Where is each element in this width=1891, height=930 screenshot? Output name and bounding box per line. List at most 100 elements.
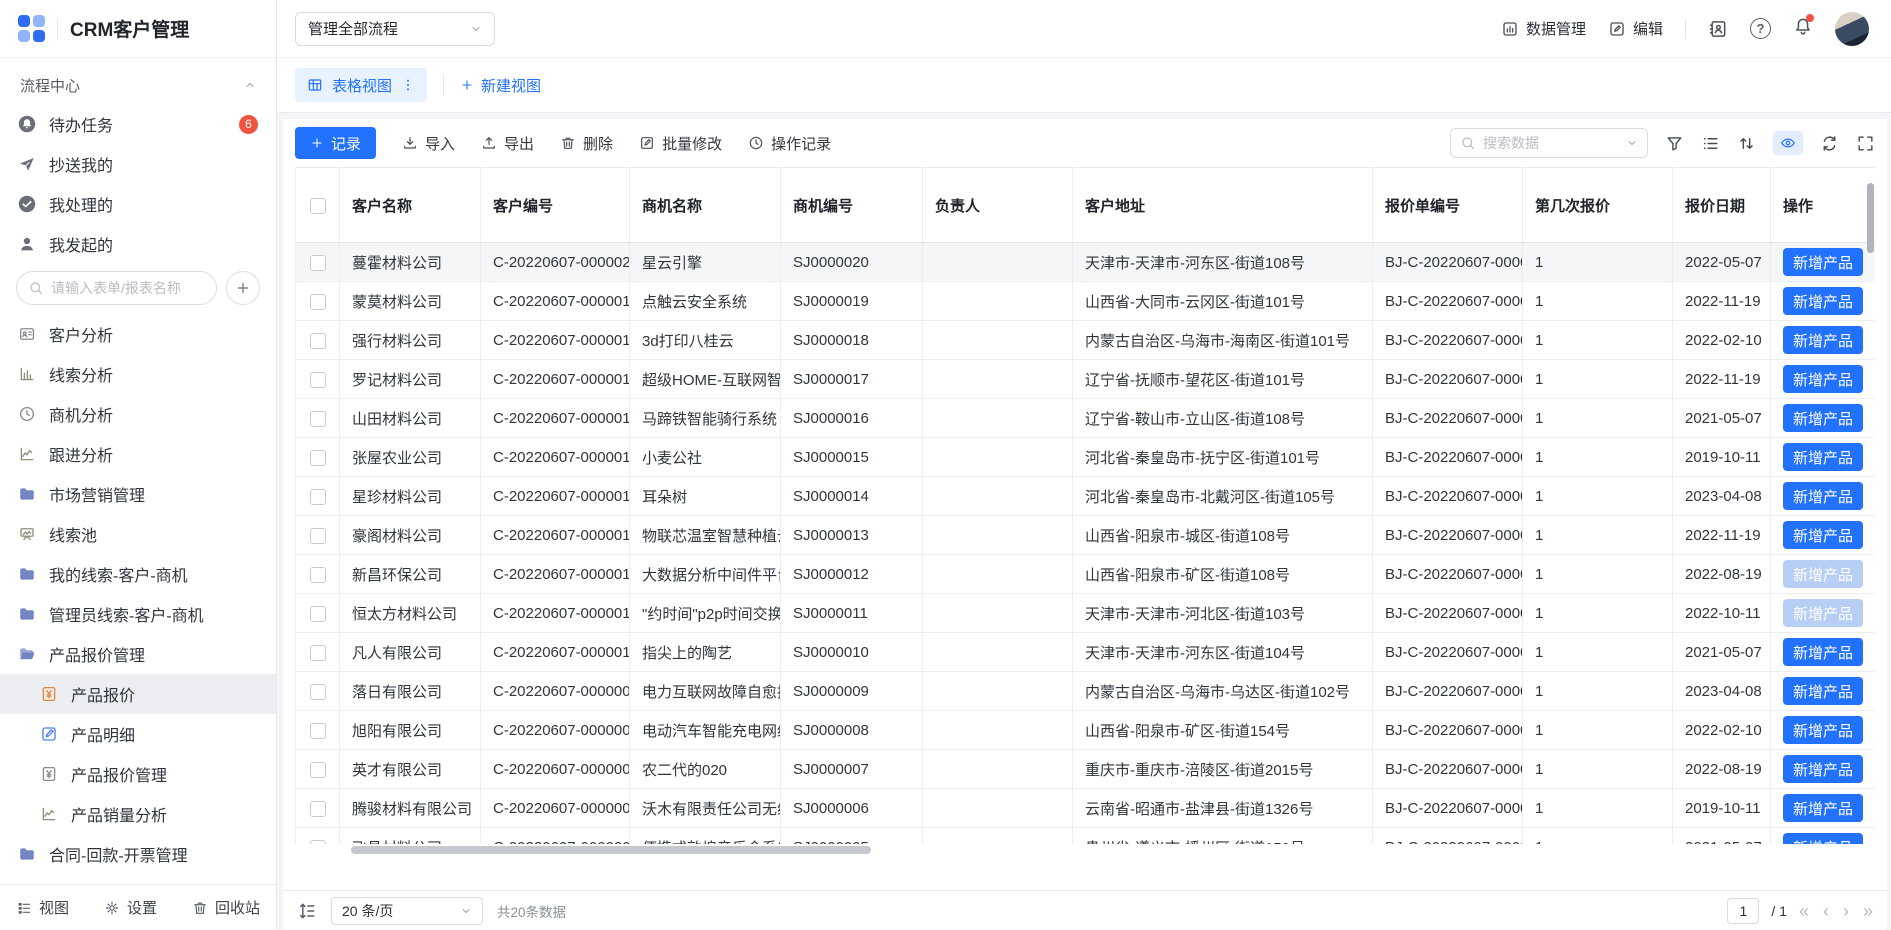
row-checkbox[interactable] (310, 645, 326, 661)
cell-quote_no: BJ-C-20220607-000001 (1373, 438, 1523, 477)
sidebar-item-7[interactable]: 管理员线索-客户-商机 (0, 594, 276, 634)
cell-quote_seq: 1 (1523, 828, 1673, 845)
add-product-button[interactable]: 新增产品 (1783, 326, 1863, 354)
page-number-input[interactable]: 1 (1727, 898, 1759, 924)
sidebar-item-label: 合同-回款-开票管理 (49, 842, 188, 866)
list-settings-icon[interactable] (1701, 134, 1720, 153)
filter-icon[interactable] (1665, 134, 1684, 153)
tab-table-view[interactable]: 表格视图 (295, 68, 427, 102)
sidebar-item-workflow-2[interactable]: 我处理的 (0, 184, 276, 224)
address-book-icon[interactable] (1708, 19, 1728, 39)
row-checkbox[interactable] (310, 372, 326, 388)
new-view-button[interactable]: 新建视图 (460, 75, 541, 96)
form-search-input[interactable]: 请输入表单/报表名称 (16, 271, 217, 305)
export-button[interactable]: 导出 (481, 133, 534, 154)
sidebar-item-11[interactable]: 产品报价管理 (0, 754, 276, 794)
batch-edit-button[interactable]: 批量修改 (639, 133, 722, 154)
sidebar-footer-2[interactable]: 回收站 (192, 897, 260, 918)
add-product-button[interactable]: 新增产品 (1783, 755, 1863, 783)
row-height-icon[interactable] (297, 901, 317, 921)
row-checkbox[interactable] (310, 528, 326, 544)
user-avatar[interactable] (1835, 12, 1869, 46)
horizontal-scrollbar[interactable] (351, 846, 871, 854)
refresh-icon[interactable] (1820, 134, 1839, 153)
add-product-button[interactable]: 新增产品 (1783, 716, 1863, 744)
sidebar-item-workflow-3[interactable]: 我发起的 (0, 224, 276, 264)
add-product-button[interactable]: 新增产品 (1783, 677, 1863, 705)
cell-address: 辽宁省-抚顺市-望花区-街道101号 (1073, 360, 1373, 399)
flow-select-dropdown[interactable]: 管理全部流程 (295, 12, 495, 46)
add-product-button[interactable]: 新增产品 (1783, 638, 1863, 666)
add-form-button[interactable] (226, 271, 260, 305)
sidebar-item-12[interactable]: 产品销量分析 (0, 794, 276, 834)
sidebar-footer-1[interactable]: 设置 (104, 897, 157, 918)
fullscreen-icon[interactable] (1856, 134, 1875, 153)
import-button[interactable]: 导入 (402, 133, 455, 154)
prev-page-button[interactable]: ‹ (1823, 902, 1829, 920)
sidebar-item-label: 待办任务 (49, 112, 113, 136)
plus-icon (235, 280, 251, 296)
toolbar-right: 搜索数据 (1450, 128, 1875, 158)
sidebar-item-2[interactable]: 商机分析 (0, 394, 276, 434)
first-page-button[interactable]: « (1799, 902, 1809, 920)
add-product-button[interactable]: 新增产品 (1783, 560, 1863, 588)
sidebar-item-4[interactable]: 市场营销管理 (0, 474, 276, 514)
cell-action: 新增产品 (1771, 672, 1876, 711)
page-size-select[interactable]: 20 条/页 (331, 897, 483, 925)
row-checkbox[interactable] (310, 723, 326, 739)
add-record-button[interactable]: 记录 (295, 127, 376, 159)
sidebar-item-0[interactable]: 客户分析 (0, 314, 276, 354)
add-product-button[interactable]: 新增产品 (1783, 833, 1863, 844)
row-checkbox[interactable] (310, 411, 326, 427)
help-icon[interactable]: ? (1750, 18, 1771, 39)
sidebar-item-1[interactable]: 线索分析 (0, 354, 276, 394)
sidebar-item-10[interactable]: 产品明细 (0, 714, 276, 754)
row-checkbox[interactable] (310, 801, 326, 817)
row-checkbox[interactable] (310, 450, 326, 466)
add-product-button[interactable]: 新增产品 (1783, 482, 1863, 510)
add-product-button[interactable]: 新增产品 (1783, 365, 1863, 393)
add-product-button[interactable]: 新增产品 (1783, 599, 1863, 627)
more-dots-icon[interactable] (401, 78, 415, 92)
operation-log-button[interactable]: 操作记录 (748, 133, 831, 154)
row-checkbox[interactable] (310, 333, 326, 349)
sidebar-section-flow-center[interactable]: 流程中心 (0, 66, 276, 104)
sidebar-item-13[interactable]: 合同-回款-开票管理 (0, 834, 276, 874)
table-search-input[interactable]: 搜索数据 (1450, 128, 1648, 158)
add-product-button[interactable]: 新增产品 (1783, 248, 1863, 276)
row-checkbox[interactable] (310, 255, 326, 271)
cell-opp_no: SJ0000016 (781, 399, 923, 438)
last-page-button[interactable]: » (1863, 902, 1873, 920)
row-checkbox[interactable] (310, 489, 326, 505)
sidebar-item-6[interactable]: 我的线索-客户-商机 (0, 554, 276, 594)
row-checkbox[interactable] (310, 567, 326, 583)
row-checkbox[interactable] (310, 684, 326, 700)
plus-icon (460, 78, 474, 92)
select-all-checkbox[interactable] (310, 198, 326, 214)
sidebar-item-5[interactable]: 线索池 (0, 514, 276, 554)
chevron-up-icon[interactable] (244, 79, 256, 91)
sidebar-item-8[interactable]: 产品报价管理 (0, 634, 276, 674)
sidebar-item-workflow-0[interactable]: 待办任务6 (0, 104, 276, 144)
sort-icon[interactable] (1737, 134, 1756, 153)
notification-bell-icon[interactable] (1793, 16, 1813, 41)
add-product-button[interactable]: 新增产品 (1783, 443, 1863, 471)
sidebar-item-9[interactable]: 产品报价 (0, 674, 276, 714)
add-product-button[interactable]: 新增产品 (1783, 404, 1863, 432)
vertical-scrollbar[interactable] (1867, 183, 1874, 253)
delete-button[interactable]: 删除 (560, 133, 613, 154)
row-checkbox[interactable] (310, 294, 326, 310)
sidebar-item-3[interactable]: 跟进分析 (0, 434, 276, 474)
next-page-button[interactable]: › (1843, 902, 1849, 920)
add-product-button[interactable]: 新增产品 (1783, 521, 1863, 549)
add-product-button[interactable]: 新增产品 (1783, 287, 1863, 315)
visibility-toggle[interactable] (1773, 131, 1803, 155)
row-checkbox[interactable] (310, 762, 326, 778)
add-product-button[interactable]: 新增产品 (1783, 794, 1863, 822)
sidebar-item-workflow-1[interactable]: 抄送我的 (0, 144, 276, 184)
sidebar-footer-0[interactable]: 视图 (16, 897, 69, 918)
row-checkbox[interactable] (310, 606, 326, 622)
edit-button[interactable]: 编辑 (1608, 18, 1663, 39)
chevron-down-icon[interactable] (1626, 137, 1638, 149)
data-manage-button[interactable]: 数据管理 (1501, 18, 1586, 39)
